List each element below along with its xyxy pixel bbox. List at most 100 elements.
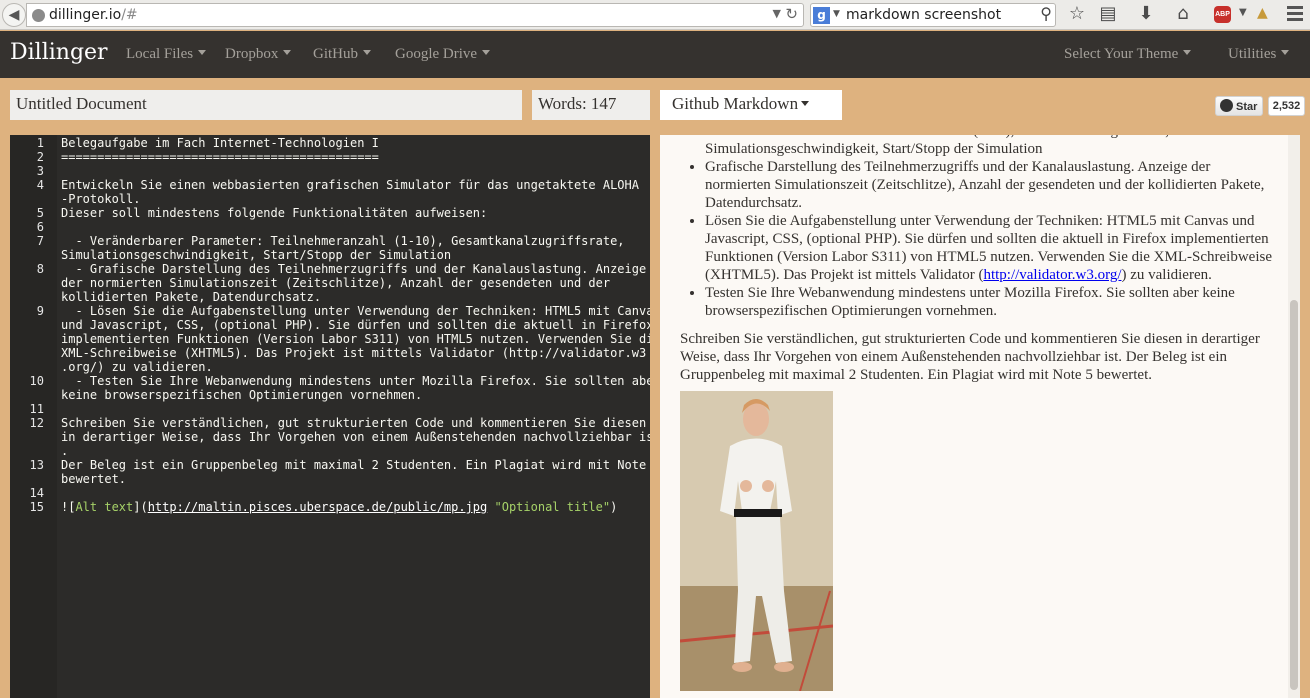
line-text[interactable]: . [61, 444, 645, 458]
nav-utilities[interactable]: Utilities [1228, 46, 1290, 63]
nav-local-files[interactable]: Local Files [126, 46, 207, 63]
list-item: Testen Sie Ihre Webanwendung mindestens … [705, 284, 1275, 320]
nav-google-drive[interactable]: Google Drive [395, 46, 491, 63]
markdown-editor[interactable]: 1 Belegaufgabe im Fach Internet-Technolog… [10, 135, 650, 698]
line-number: 7 [36, 234, 44, 248]
line-text[interactable]: der normierten Simulationszeit (Zeitschl… [61, 276, 645, 290]
line-text[interactable]: Entwickeln Sie einen webbasierten grafis… [61, 178, 645, 192]
github-star-label: Star [1236, 101, 1258, 113]
line-number [10, 318, 44, 332]
validator-link[interactable]: http://validator.w3.org/ [983, 267, 1121, 283]
line-text[interactable] [61, 220, 645, 234]
nav-dropbox-label: Dropbox [225, 46, 279, 62]
person-photo-illustration [680, 391, 833, 691]
editor-line: .org/) zu validieren. [10, 360, 650, 374]
editor-line: 12 Schreiben Sie verständlichen, gut stru… [10, 416, 650, 430]
search-input[interactable]: markdown screenshot [846, 7, 1001, 23]
line-text[interactable]: -Protokoll. [61, 192, 645, 206]
line-text[interactable]: und Javascript, CSS, (optional PHP). Sie… [61, 318, 650, 332]
line-text[interactable]: Simulationsgeschwindigkeit, Start/Stopp … [61, 248, 645, 262]
line-number: 11 [29, 402, 44, 416]
back-arrow-icon[interactable]: ◀ [2, 3, 26, 27]
md-image-url[interactable]: http://maltin.pisces.uberspace.de/public… [148, 500, 488, 514]
url-text[interactable]: dillinger.io/# [49, 7, 138, 23]
editor-line: Simulationsgeschwindigkeit, Start/Stopp … [10, 248, 650, 262]
line-number [10, 472, 44, 486]
markdown-flavor-label: Github Markdown [672, 94, 799, 113]
line-text[interactable] [61, 402, 645, 416]
url-host: dillinger.io [49, 7, 122, 23]
line-number [10, 444, 44, 458]
adblock-dropdown-icon[interactable]: ▼ [1239, 7, 1247, 18]
adblock-plus-icon[interactable]: ABP [1214, 6, 1231, 23]
list-item-text: ) zu validieren. [1121, 267, 1212, 283]
line-text[interactable]: XML-Schreibweise (XHTML5). Das Projekt i… [61, 346, 646, 360]
github-star-count[interactable]: 2,532 [1268, 96, 1305, 116]
nav-select-theme[interactable]: Select Your Theme [1064, 46, 1192, 63]
line-text[interactable] [61, 486, 645, 500]
browser-search-box[interactable]: g ▼ markdown screenshot ⚲ [810, 3, 1056, 27]
document-name-input[interactable]: Untitled Document [10, 90, 522, 120]
line-text[interactable]: - Testen Sie Ihre Webanwendung mindesten… [61, 374, 650, 388]
markdown-flavor-select[interactable]: Github Markdown [660, 90, 842, 120]
editor-line: 14 [10, 486, 650, 500]
line-text[interactable]: Der Beleg ist ein Gruppenbeleg mit maxim… [61, 458, 646, 472]
search-engine-dropdown-icon[interactable]: ▼ [833, 9, 840, 19]
line-number [10, 276, 44, 290]
line-text[interactable]: Schreiben Sie verständlichen, gut strukt… [61, 416, 646, 430]
line-text[interactable]: Belegaufgabe im Fach Internet-Technologi… [61, 136, 645, 150]
url-bar[interactable]: dillinger.io/# ▼ ↻ [26, 3, 804, 27]
editor-line: 10 - Testen Sie Ihre Webanwendung mindes… [10, 374, 650, 388]
nav-github[interactable]: GitHub [313, 46, 371, 63]
line-number [10, 192, 44, 206]
line-text[interactable]: Dieser soll mindestens folgende Funktion… [61, 206, 645, 220]
line-text[interactable]: - Lösen Sie die Aufgabenstellung unter V… [61, 304, 650, 318]
line-text[interactable] [61, 164, 645, 178]
preview-scrollbar[interactable] [1288, 135, 1300, 698]
line-number: 6 [36, 220, 44, 234]
line-text[interactable]: ![Alt text](http://maltin.pisces.uberspa… [61, 500, 645, 514]
word-count: Words: 147 [532, 90, 650, 120]
search-icon[interactable]: ⚲ [1040, 4, 1052, 23]
md-image-title: "Optional title" [494, 500, 611, 514]
line-number: 15 [29, 500, 44, 514]
reload-icon[interactable]: ↻ [785, 5, 798, 23]
editor-lines[interactable]: 1 Belegaufgabe im Fach Internet-Technolog… [10, 136, 650, 514]
editor-line: 13 Der Beleg ist ein Gruppenbeleg mit max… [10, 458, 650, 472]
brand-logo[interactable]: Dillinger [10, 40, 108, 65]
reading-list-icon[interactable]: ▤ [1097, 3, 1119, 25]
line-text[interactable]: in derartiger Weise, dass Ihr Vorgehen v… [61, 430, 650, 444]
editor-line: 6 [10, 220, 650, 234]
github-star-button[interactable]: Star [1215, 96, 1263, 116]
line-number: 14 [29, 486, 44, 500]
chevron-down-icon [482, 50, 491, 55]
line-number: 13 [29, 458, 44, 472]
home-icon[interactable]: ⌂ [1172, 3, 1194, 25]
bookmark-star-icon[interactable]: ☆ [1066, 3, 1088, 25]
app-navbar: Dillinger Local Files Dropbox GitHub Goo… [0, 31, 1310, 78]
editor-line: 3 [10, 164, 650, 178]
line-text[interactable]: ========================================… [61, 150, 645, 164]
editor-line: 11 [10, 402, 650, 416]
editor-line: 9 - Lösen Sie die Aufgabenstellung unter… [10, 304, 650, 318]
line-number [10, 388, 44, 402]
line-text[interactable]: .org/) zu validieren. [61, 360, 645, 374]
chevron-down-icon [1281, 50, 1290, 55]
line-text[interactable]: - Grafische Darstellung des Teilnehmerzu… [61, 262, 646, 276]
line-text[interactable]: implementierten Funktionen (Version Labo… [61, 332, 650, 346]
line-text[interactable]: keine browserspezifischen Optimierungen … [61, 388, 645, 402]
nav-google-drive-label: Google Drive [395, 46, 478, 62]
url-history-dropdown-icon[interactable]: ▼ [773, 7, 781, 20]
editor-line: in derartiger Weise, dass Ihr Vorgehen v… [10, 430, 650, 444]
extension-icon[interactable]: ▲ [1257, 5, 1271, 23]
download-icon[interactable]: ⬇ [1135, 3, 1157, 25]
md-syntax: ![ [61, 500, 76, 514]
line-text[interactable]: - Veränderbarer Parameter: Teilnehmeranz… [61, 234, 645, 248]
line-number [10, 332, 44, 346]
line-text[interactable]: kollidierten Pakete, Datendurchsatz. [61, 290, 645, 304]
line-text[interactable]: bewertet. [61, 472, 645, 486]
menu-icon[interactable] [1283, 3, 1307, 25]
nav-dropbox[interactable]: Dropbox [225, 46, 292, 63]
search-engine-icon[interactable]: g [813, 7, 830, 24]
scrollbar-thumb[interactable] [1290, 300, 1298, 690]
